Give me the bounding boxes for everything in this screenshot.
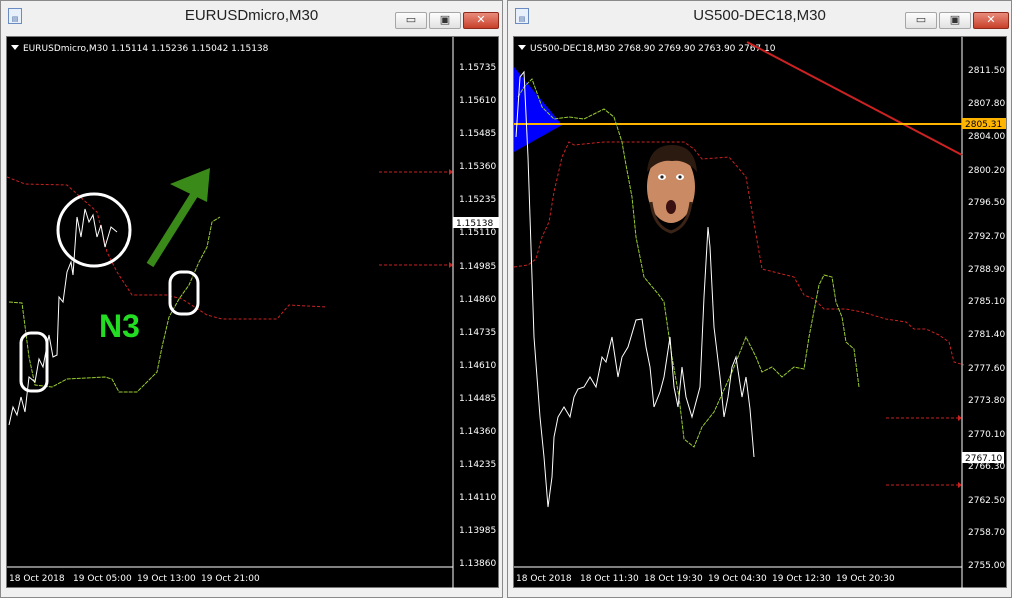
- current-price-label: 2767.10: [965, 454, 1002, 464]
- green-up-arrow-shaft: [146, 184, 203, 268]
- price-tick: 2770.10: [968, 430, 1005, 440]
- time-tick: 18 Oct 2018: [516, 574, 572, 584]
- price-line: [515, 70, 755, 508]
- red-arrow-icon: [958, 415, 962, 421]
- us500-titlebar[interactable]: ▤ US500-DEC18,M30 ▭ ▣ ✕: [508, 1, 1011, 35]
- green-ma-line: [517, 78, 860, 448]
- red-trend-line: [746, 41, 963, 156]
- time-tick: 18 Oct 19:30: [644, 574, 703, 584]
- us500-chart-svg[interactable]: US500-DEC18,M30 2768.90 2769.90 2763.90 …: [514, 37, 1008, 589]
- price-tick: 2807.80: [968, 99, 1005, 109]
- price-tick: 1.14860: [459, 295, 496, 305]
- price-tick: 1.13860: [459, 559, 496, 569]
- close-button[interactable]: ✕: [973, 12, 1009, 29]
- price-tick: 1.15235: [459, 195, 496, 205]
- price-tick: 1.14610: [459, 361, 496, 371]
- price-tick: 2796.50: [968, 198, 1005, 208]
- price-tick: 2762.50: [968, 496, 1005, 506]
- eurusd-chart-svg[interactable]: EURUSDmicro,M30 1.15114 1.15236 1.15042 …: [7, 37, 500, 589]
- level-price-label: 2805.31: [965, 120, 1002, 130]
- price-tick: 1.15485: [459, 129, 496, 139]
- green-ma-line: [8, 216, 221, 393]
- price-tick: 2800.20: [968, 166, 1005, 176]
- price-tick: 2773.80: [968, 396, 1005, 406]
- price-tick: 1.15110: [459, 228, 496, 238]
- n3-annotation: N3: [99, 308, 140, 344]
- price-tick: 1.14360: [459, 427, 496, 437]
- us500-chart-window[interactable]: ▤ US500-DEC18,M30 ▭ ▣ ✕ US500-DEC18,M30 …: [507, 0, 1012, 598]
- price-tick: 2785.10: [968, 297, 1005, 307]
- chart-menu-triangle-icon[interactable]: [11, 45, 19, 50]
- price-tick: 1.14735: [459, 328, 496, 338]
- red-dashed-indicator-line: [7, 176, 328, 320]
- red-arrow-icon: [449, 169, 453, 175]
- price-tick: 2781.40: [968, 330, 1005, 340]
- us500-chart-canvas[interactable]: US500-DEC18,M30 2768.90 2769.90 2763.90 …: [513, 36, 1008, 589]
- price-tick: 1.15360: [459, 162, 496, 172]
- current-price-label: 1.15138: [456, 219, 493, 229]
- price-axis: 1.15735 1.15610 1.15485 1.15360 1.15235 …: [459, 63, 496, 569]
- red-dashed-indicator-line: [514, 141, 965, 366]
- maximize-button[interactable]: ▣: [939, 12, 971, 29]
- price-tick: 2758.70: [968, 528, 1005, 538]
- minimize-button[interactable]: ▭: [395, 12, 427, 29]
- us500-ohlc-header: US500-DEC18,M30 2768.90 2769.90 2763.90 …: [530, 44, 776, 54]
- price-tick: 1.15735: [459, 63, 496, 73]
- time-tick: 19 Oct 20:30: [836, 574, 895, 584]
- blue-triangle-shape: [514, 67, 562, 152]
- time-tick: 19 Oct 04:30: [708, 574, 767, 584]
- close-button[interactable]: ✕: [463, 12, 499, 29]
- price-tick: 2811.50: [968, 66, 1005, 76]
- price-tick: 1.14235: [459, 460, 496, 470]
- highlight-circle: [56, 192, 132, 268]
- maximize-button[interactable]: ▣: [429, 12, 461, 29]
- time-tick: 19 Oct 05:00: [73, 574, 132, 584]
- chart-menu-triangle-icon[interactable]: [518, 45, 526, 50]
- eurusd-chart-window[interactable]: ▤ EURUSDmicro,M30 ▭ ▣ ✕ EURUSDmicro,M30 …: [0, 0, 503, 598]
- price-tick: 2755.00: [968, 561, 1005, 571]
- price-tick: 2788.90: [968, 265, 1005, 275]
- price-tick: 1.14985: [459, 262, 496, 272]
- eurusd-ohlc-header: EURUSDmicro,M30 1.15114 1.15236 1.15042 …: [23, 44, 269, 54]
- red-arrow-icon: [958, 482, 962, 488]
- surprised-face-sticker: [647, 145, 697, 234]
- eurusd-titlebar[interactable]: ▤ EURUSDmicro,M30 ▭ ▣ ✕: [1, 1, 502, 35]
- time-tick: 19 Oct 13:00: [137, 574, 196, 584]
- time-tick: 19 Oct 12:30: [772, 574, 831, 584]
- time-tick: 18 Oct 11:30: [580, 574, 639, 584]
- price-tick: 2792.70: [968, 232, 1005, 242]
- time-tick: 19 Oct 21:00: [201, 574, 260, 584]
- price-tick: 1.15610: [459, 96, 496, 106]
- price-axis: 2811.50 2807.80 2804.00 2800.20 2796.50 …: [968, 66, 1005, 571]
- minimize-button[interactable]: ▭: [905, 12, 937, 29]
- time-tick: 18 Oct 2018: [9, 574, 65, 584]
- price-tick: 2777.60: [968, 364, 1005, 374]
- eurusd-chart-canvas[interactable]: EURUSDmicro,M30 1.15114 1.15236 1.15042 …: [6, 36, 500, 589]
- red-arrow-icon: [449, 262, 453, 268]
- price-tick: 1.14485: [459, 394, 496, 404]
- price-tick: 1.13985: [459, 526, 496, 536]
- price-tick: 1.14110: [459, 493, 496, 503]
- price-tick: 2804.00: [968, 132, 1005, 142]
